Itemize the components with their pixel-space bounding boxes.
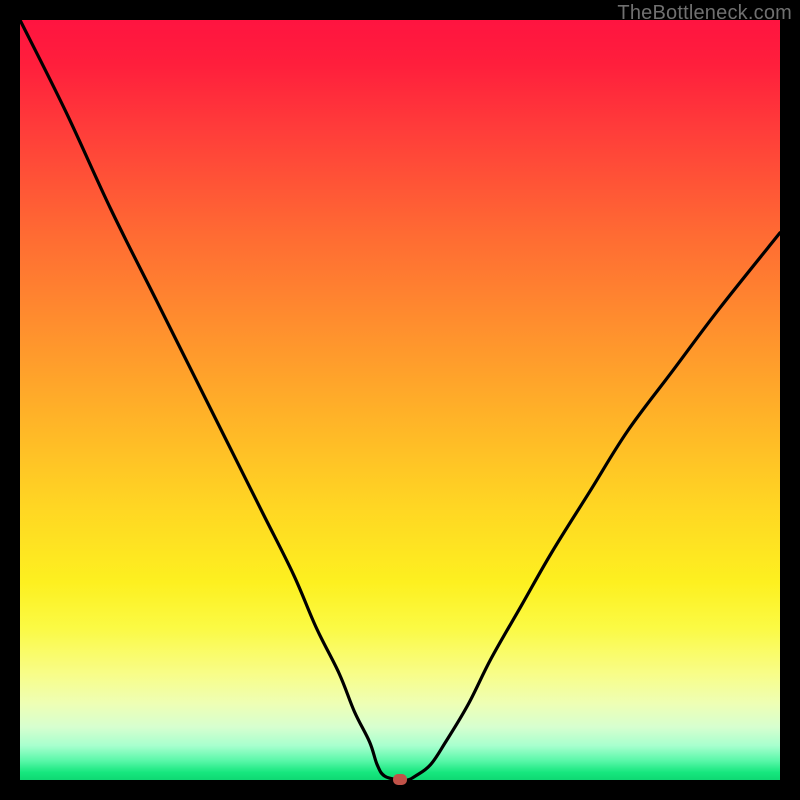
bottleneck-curve-path [20, 20, 780, 781]
minimum-marker [393, 774, 407, 785]
curve-svg [20, 20, 780, 780]
plot-area [20, 20, 780, 780]
chart-frame: TheBottleneck.com [0, 0, 800, 800]
